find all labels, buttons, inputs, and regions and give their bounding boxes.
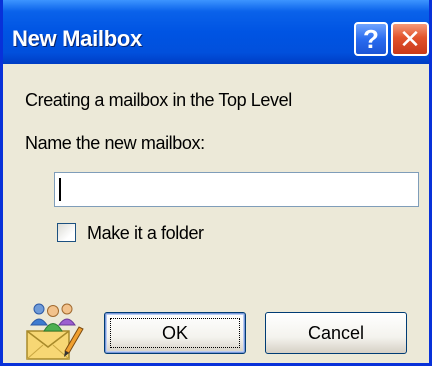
close-icon: ✕ [399,23,421,54]
focus-rectangle [110,318,240,348]
mailbox-name-input[interactable] [54,172,419,207]
ok-button[interactable]: OK [104,312,246,354]
cancel-button-label: Cancel [307,322,365,343]
window-title: New Mailbox [12,26,142,51]
cancel-button[interactable]: Cancel [265,312,407,354]
name-prompt-label: Name the new mailbox: [25,133,205,153]
help-button[interactable]: ? [354,22,388,56]
dialog-body: Creating a mailbox in the Top Level Name… [3,64,429,366]
close-button[interactable]: ✕ [391,22,429,56]
location-text: Creating a mailbox in the Top Level [25,90,292,110]
make-folder-label[interactable]: Make it a folder [87,222,204,244]
new-mailbox-dialog: New Mailbox ? ✕ Creating a mailbox in th… [0,0,432,366]
text-caret [59,178,61,201]
title-bar[interactable]: New Mailbox ? ✕ [3,0,429,64]
help-icon: ? [363,23,379,54]
make-folder-checkbox[interactable] [57,223,76,242]
mailbox-users-icon [26,303,84,360]
